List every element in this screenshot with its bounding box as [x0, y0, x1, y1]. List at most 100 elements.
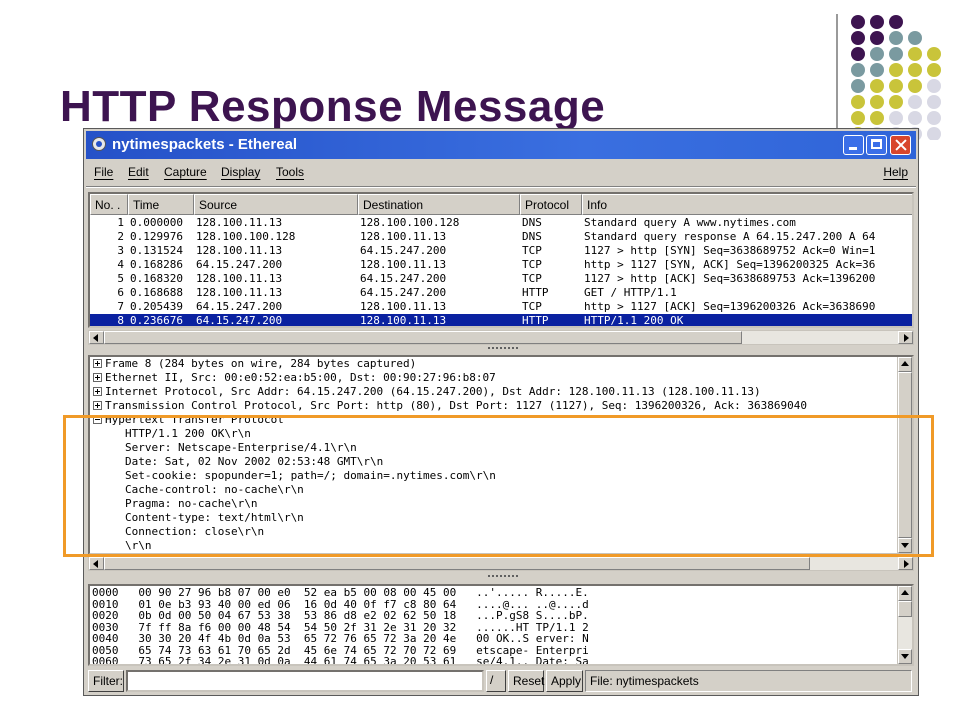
- menu-capture[interactable]: Capture: [164, 165, 207, 179]
- column-header-source[interactable]: Source: [194, 194, 358, 215]
- column-header-no[interactable]: No. .: [90, 194, 128, 215]
- scroll-right-icon[interactable]: [898, 331, 913, 344]
- packet-cell-proto: TCP: [522, 272, 542, 285]
- packet-cell-no: 4: [117, 258, 124, 271]
- decorative-dot: [927, 63, 941, 77]
- close-icon[interactable]: [890, 135, 911, 155]
- scroll-left-icon[interactable]: [89, 331, 104, 344]
- filter-button[interactable]: Filter:: [88, 670, 124, 692]
- scroll-thumb[interactable]: [104, 331, 742, 344]
- packet-row[interactable]: 3 0.131524 128.100.11.13 64.15.247.200 TCP 11…: [90, 244, 912, 258]
- decorative-dot: [908, 111, 922, 125]
- packet-cell-src: 64.15.247.200: [196, 258, 283, 271]
- http-header-line[interactable]: Pragma: no-cache\r\n: [125, 497, 257, 511]
- packet-row[interactable]: 8 0.236676 64.15.247.200 128.100.11.13 HTTP H…: [90, 314, 912, 327]
- packet-row[interactable]: 6 0.168688 128.100.11.13 64.15.247.200 HTTP G…: [90, 286, 912, 300]
- packet-cell-time: 0.000000: [130, 216, 183, 229]
- scroll-thumb[interactable]: [104, 557, 810, 570]
- detail-tree-node[interactable]: Transmission Control Protocol, Src Port:…: [105, 399, 807, 413]
- scroll-down-icon[interactable]: [898, 649, 912, 664]
- scroll-up-icon[interactable]: [898, 586, 912, 601]
- menu-display[interactable]: Display: [221, 165, 260, 179]
- detail-tree-node[interactable]: Hypertext Transfer Protocol: [105, 413, 284, 427]
- pane-splitter-2[interactable]: [88, 574, 914, 582]
- scroll-down-icon[interactable]: [898, 538, 912, 553]
- window-title: nytimespackets - Ethereal: [112, 136, 298, 153]
- packet-cell-dst: 64.15.247.200: [360, 286, 447, 299]
- detail-tree-node[interactable]: Ethernet II, Src: 00:e0:52:ea:b5:00, Dst…: [105, 371, 496, 385]
- title-bar[interactable]: nytimespackets - Ethereal: [86, 131, 916, 159]
- filter-clear-icon[interactable]: /: [486, 670, 506, 692]
- packet-cell-dst: 64.15.247.200: [360, 244, 447, 257]
- filter-bar: Filter: / Reset Apply File: nytimespacke…: [88, 669, 914, 693]
- scroll-thumb[interactable]: [898, 372, 912, 538]
- packet-cell-time: 0.236676: [130, 314, 183, 327]
- packet-cell-no: 3: [117, 244, 124, 257]
- hex-line[interactable]: 0060 73 65 2f 34 2e 31 0d 0a 44 61 74 65…: [92, 655, 589, 664]
- http-header-line[interactable]: Set-cookie: spopunder=1; path=/; domain=…: [125, 469, 496, 483]
- menu-tools[interactable]: Tools: [276, 165, 304, 179]
- detail-hscrollbar[interactable]: [88, 556, 914, 571]
- packet-cell-time: 0.131524: [130, 244, 183, 257]
- decorative-dot: [889, 63, 903, 77]
- packet-list-pane[interactable]: No. . Time Source Destination Protocol I…: [88, 192, 914, 328]
- detail-tree-node[interactable]: Internet Protocol, Src Addr: 64.15.247.2…: [105, 385, 761, 399]
- packet-cell-src: 128.100.11.13: [196, 272, 283, 285]
- minimize-icon[interactable]: [843, 135, 864, 155]
- hex-dump-pane[interactable]: 0000 00 90 27 96 b8 07 00 e0 52 ea b5 00…: [88, 584, 914, 666]
- decorative-dot: [927, 127, 941, 140]
- packet-cell-time: 0.168688: [130, 286, 183, 299]
- column-header-protocol[interactable]: Protocol: [520, 194, 582, 215]
- column-header-time[interactable]: Time: [128, 194, 194, 215]
- detail-tree-node[interactable]: Frame 8 (284 bytes on wire, 284 bytes ca…: [105, 357, 416, 371]
- decorative-dot: [870, 63, 884, 77]
- packet-cell-proto: TCP: [522, 258, 542, 271]
- http-header-line[interactable]: Cache-control: no-cache\r\n: [125, 483, 304, 497]
- tree-expand-icon[interactable]: [93, 359, 102, 368]
- decorative-dot: [851, 15, 865, 29]
- scroll-right-icon[interactable]: [898, 557, 913, 570]
- packet-cell-info: GET / HTTP/1.1: [584, 286, 677, 299]
- packet-detail-pane[interactable]: Frame 8 (284 bytes on wire, 284 bytes ca…: [88, 355, 914, 555]
- http-header-line[interactable]: HTTP/1.1 200 OK\r\n: [125, 427, 251, 441]
- pane-splitter-1[interactable]: [88, 346, 914, 354]
- tree-expand-icon[interactable]: [93, 401, 102, 410]
- column-header-destination[interactable]: Destination: [358, 194, 520, 215]
- menu-file[interactable]: File: [94, 165, 113, 179]
- hex-vscrollbar[interactable]: [897, 586, 912, 664]
- http-header-line[interactable]: Content-type: text/html\r\n: [125, 511, 304, 525]
- packet-row[interactable]: 5 0.168320 128.100.11.13 64.15.247.200 TCP 11…: [90, 272, 912, 286]
- maximize-icon[interactable]: [866, 135, 887, 155]
- reset-button[interactable]: Reset: [508, 670, 544, 692]
- scroll-left-icon[interactable]: [89, 557, 104, 570]
- packet-row[interactable]: 4 0.168286 64.15.247.200 128.100.11.13 TCP ht…: [90, 258, 912, 272]
- packet-cell-dst: 64.15.247.200: [360, 272, 447, 285]
- packet-cell-proto: DNS: [522, 230, 542, 243]
- tree-expand-icon[interactable]: [93, 373, 102, 382]
- packet-cell-no: 8: [117, 314, 124, 327]
- packet-cell-src: 128.100.11.13: [196, 286, 283, 299]
- http-header-line[interactable]: Date: Sat, 02 Nov 2002 02:53:48 GMT\r\n: [125, 455, 383, 469]
- decorative-dot: [870, 111, 884, 125]
- menu-edit[interactable]: Edit: [128, 165, 149, 179]
- http-header-line[interactable]: Connection: close\r\n: [125, 525, 264, 539]
- detail-vscrollbar[interactable]: [897, 357, 912, 553]
- http-header-line[interactable]: \r\n: [125, 539, 152, 553]
- packet-row[interactable]: 1 0.000000 128.100.11.13 128.100.100.128 DNS…: [90, 216, 912, 230]
- tree-collapse-icon[interactable]: [93, 415, 102, 424]
- scroll-up-icon[interactable]: [898, 357, 912, 372]
- http-header-line[interactable]: Server: Netscape-Enterprise/4.1\r\n: [125, 441, 357, 455]
- packet-list-hscrollbar[interactable]: [88, 330, 914, 345]
- packet-row[interactable]: 2 0.129976 128.100.100.128 128.100.11.13 DNS…: [90, 230, 912, 244]
- packet-cell-dst: 128.100.100.128: [360, 216, 460, 229]
- packet-cell-time: 0.205439: [130, 300, 183, 313]
- packet-cell-src: 64.15.247.200: [196, 300, 283, 313]
- menu-help[interactable]: Help: [883, 165, 908, 179]
- decorative-dot: [889, 79, 903, 93]
- tree-expand-icon[interactable]: [93, 387, 102, 396]
- scroll-thumb[interactable]: [898, 601, 912, 617]
- column-header-info[interactable]: Info: [582, 194, 912, 215]
- packet-row[interactable]: 7 0.205439 64.15.247.200 128.100.11.13 TCP ht…: [90, 300, 912, 314]
- filter-input[interactable]: [126, 670, 484, 692]
- apply-button[interactable]: Apply: [546, 670, 583, 692]
